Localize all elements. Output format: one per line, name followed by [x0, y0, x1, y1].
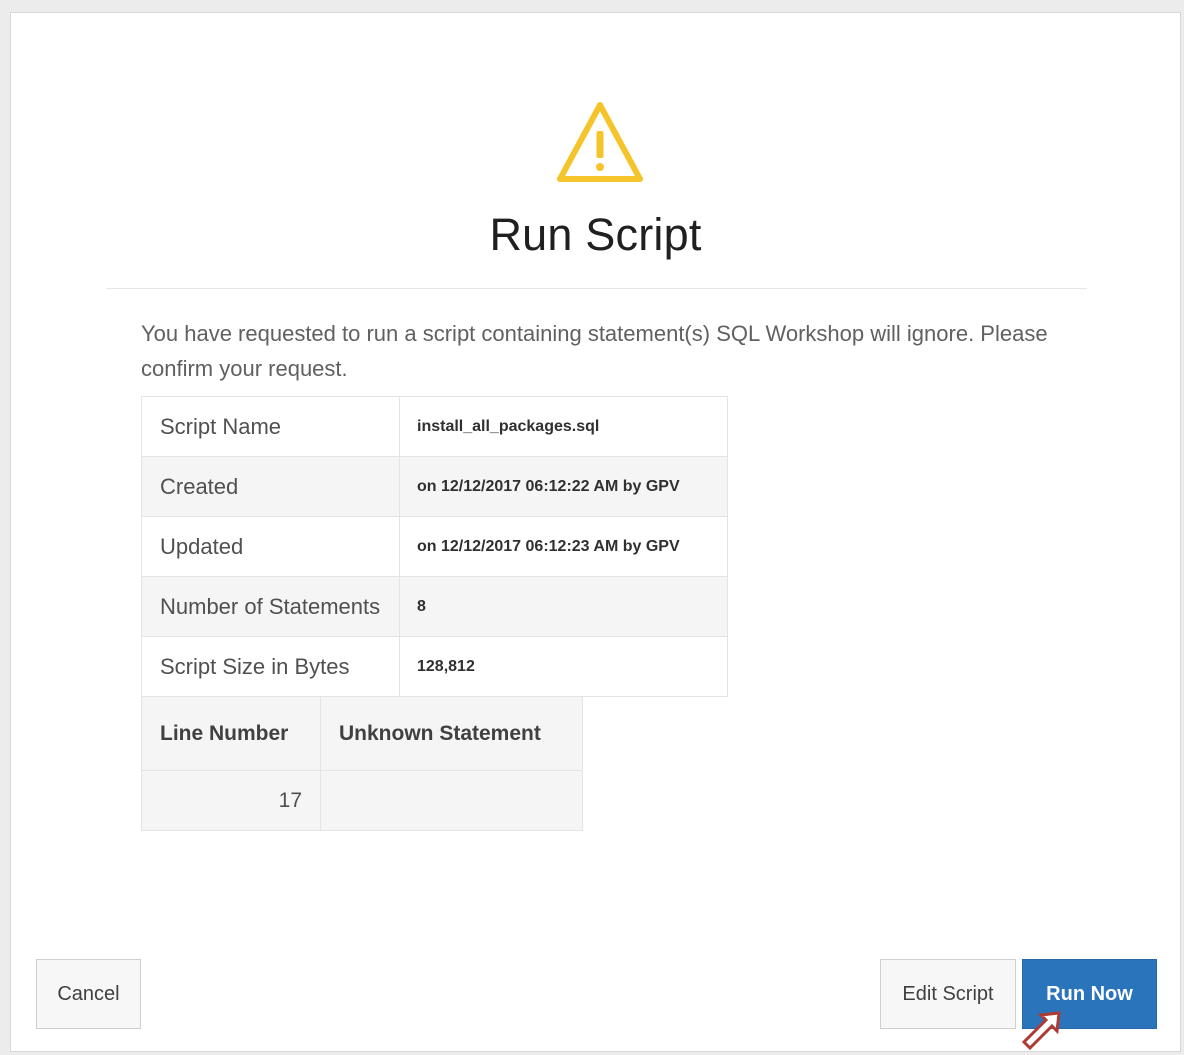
- script-info-row: Script Name install_all_packages.sql: [141, 396, 728, 457]
- script-info-value: on 12/12/2017 06:12:23 AM by GPV: [399, 516, 728, 577]
- script-info-table: Script Name install_all_packages.sql Cre…: [141, 396, 728, 697]
- script-info-label: Number of Statements: [141, 576, 400, 637]
- script-info-value: on 12/12/2017 06:12:22 AM by GPV: [399, 456, 728, 517]
- confirmation-message: You have requested to run a script conta…: [141, 321, 1048, 381]
- script-info-value: 8: [399, 576, 728, 637]
- script-info-row: Created on 12/12/2017 06:12:22 AM by GPV: [141, 456, 728, 517]
- line-number-cell: 17: [141, 770, 321, 831]
- unknown-statements-table: Line Number Unknown Statement 17: [141, 696, 583, 831]
- annotation-arrow-icon: [1022, 1011, 1061, 1051]
- title-divider: [106, 288, 1087, 289]
- table-row: 17: [141, 770, 583, 831]
- script-info-row: Script Size in Bytes 128,812: [141, 636, 728, 697]
- script-info-label: Script Size in Bytes: [141, 636, 400, 697]
- cancel-button[interactable]: Cancel: [36, 959, 141, 1029]
- unknown-statement-cell: [320, 770, 583, 831]
- script-info-value: 128,812: [399, 636, 728, 697]
- script-info-label: Created: [141, 456, 400, 517]
- dialog-title: Run Script: [489, 209, 702, 260]
- script-info-label: Updated: [141, 516, 400, 577]
- column-header-line-number: Line Number: [141, 696, 321, 771]
- run-script-dialog: Run Script You have requested to run a s…: [10, 12, 1181, 1052]
- warning-triangle-icon: [557, 102, 643, 182]
- table-header-row: Line Number Unknown Statement: [141, 696, 583, 771]
- edit-script-button[interactable]: Edit Script: [880, 959, 1016, 1029]
- script-info-row: Number of Statements 8: [141, 576, 728, 637]
- script-info-label: Script Name: [141, 396, 400, 457]
- script-info-row: Updated on 12/12/2017 06:12:23 AM by GPV: [141, 516, 728, 577]
- script-info-value: install_all_packages.sql: [399, 396, 728, 457]
- column-header-unknown-statement: Unknown Statement: [320, 696, 583, 771]
